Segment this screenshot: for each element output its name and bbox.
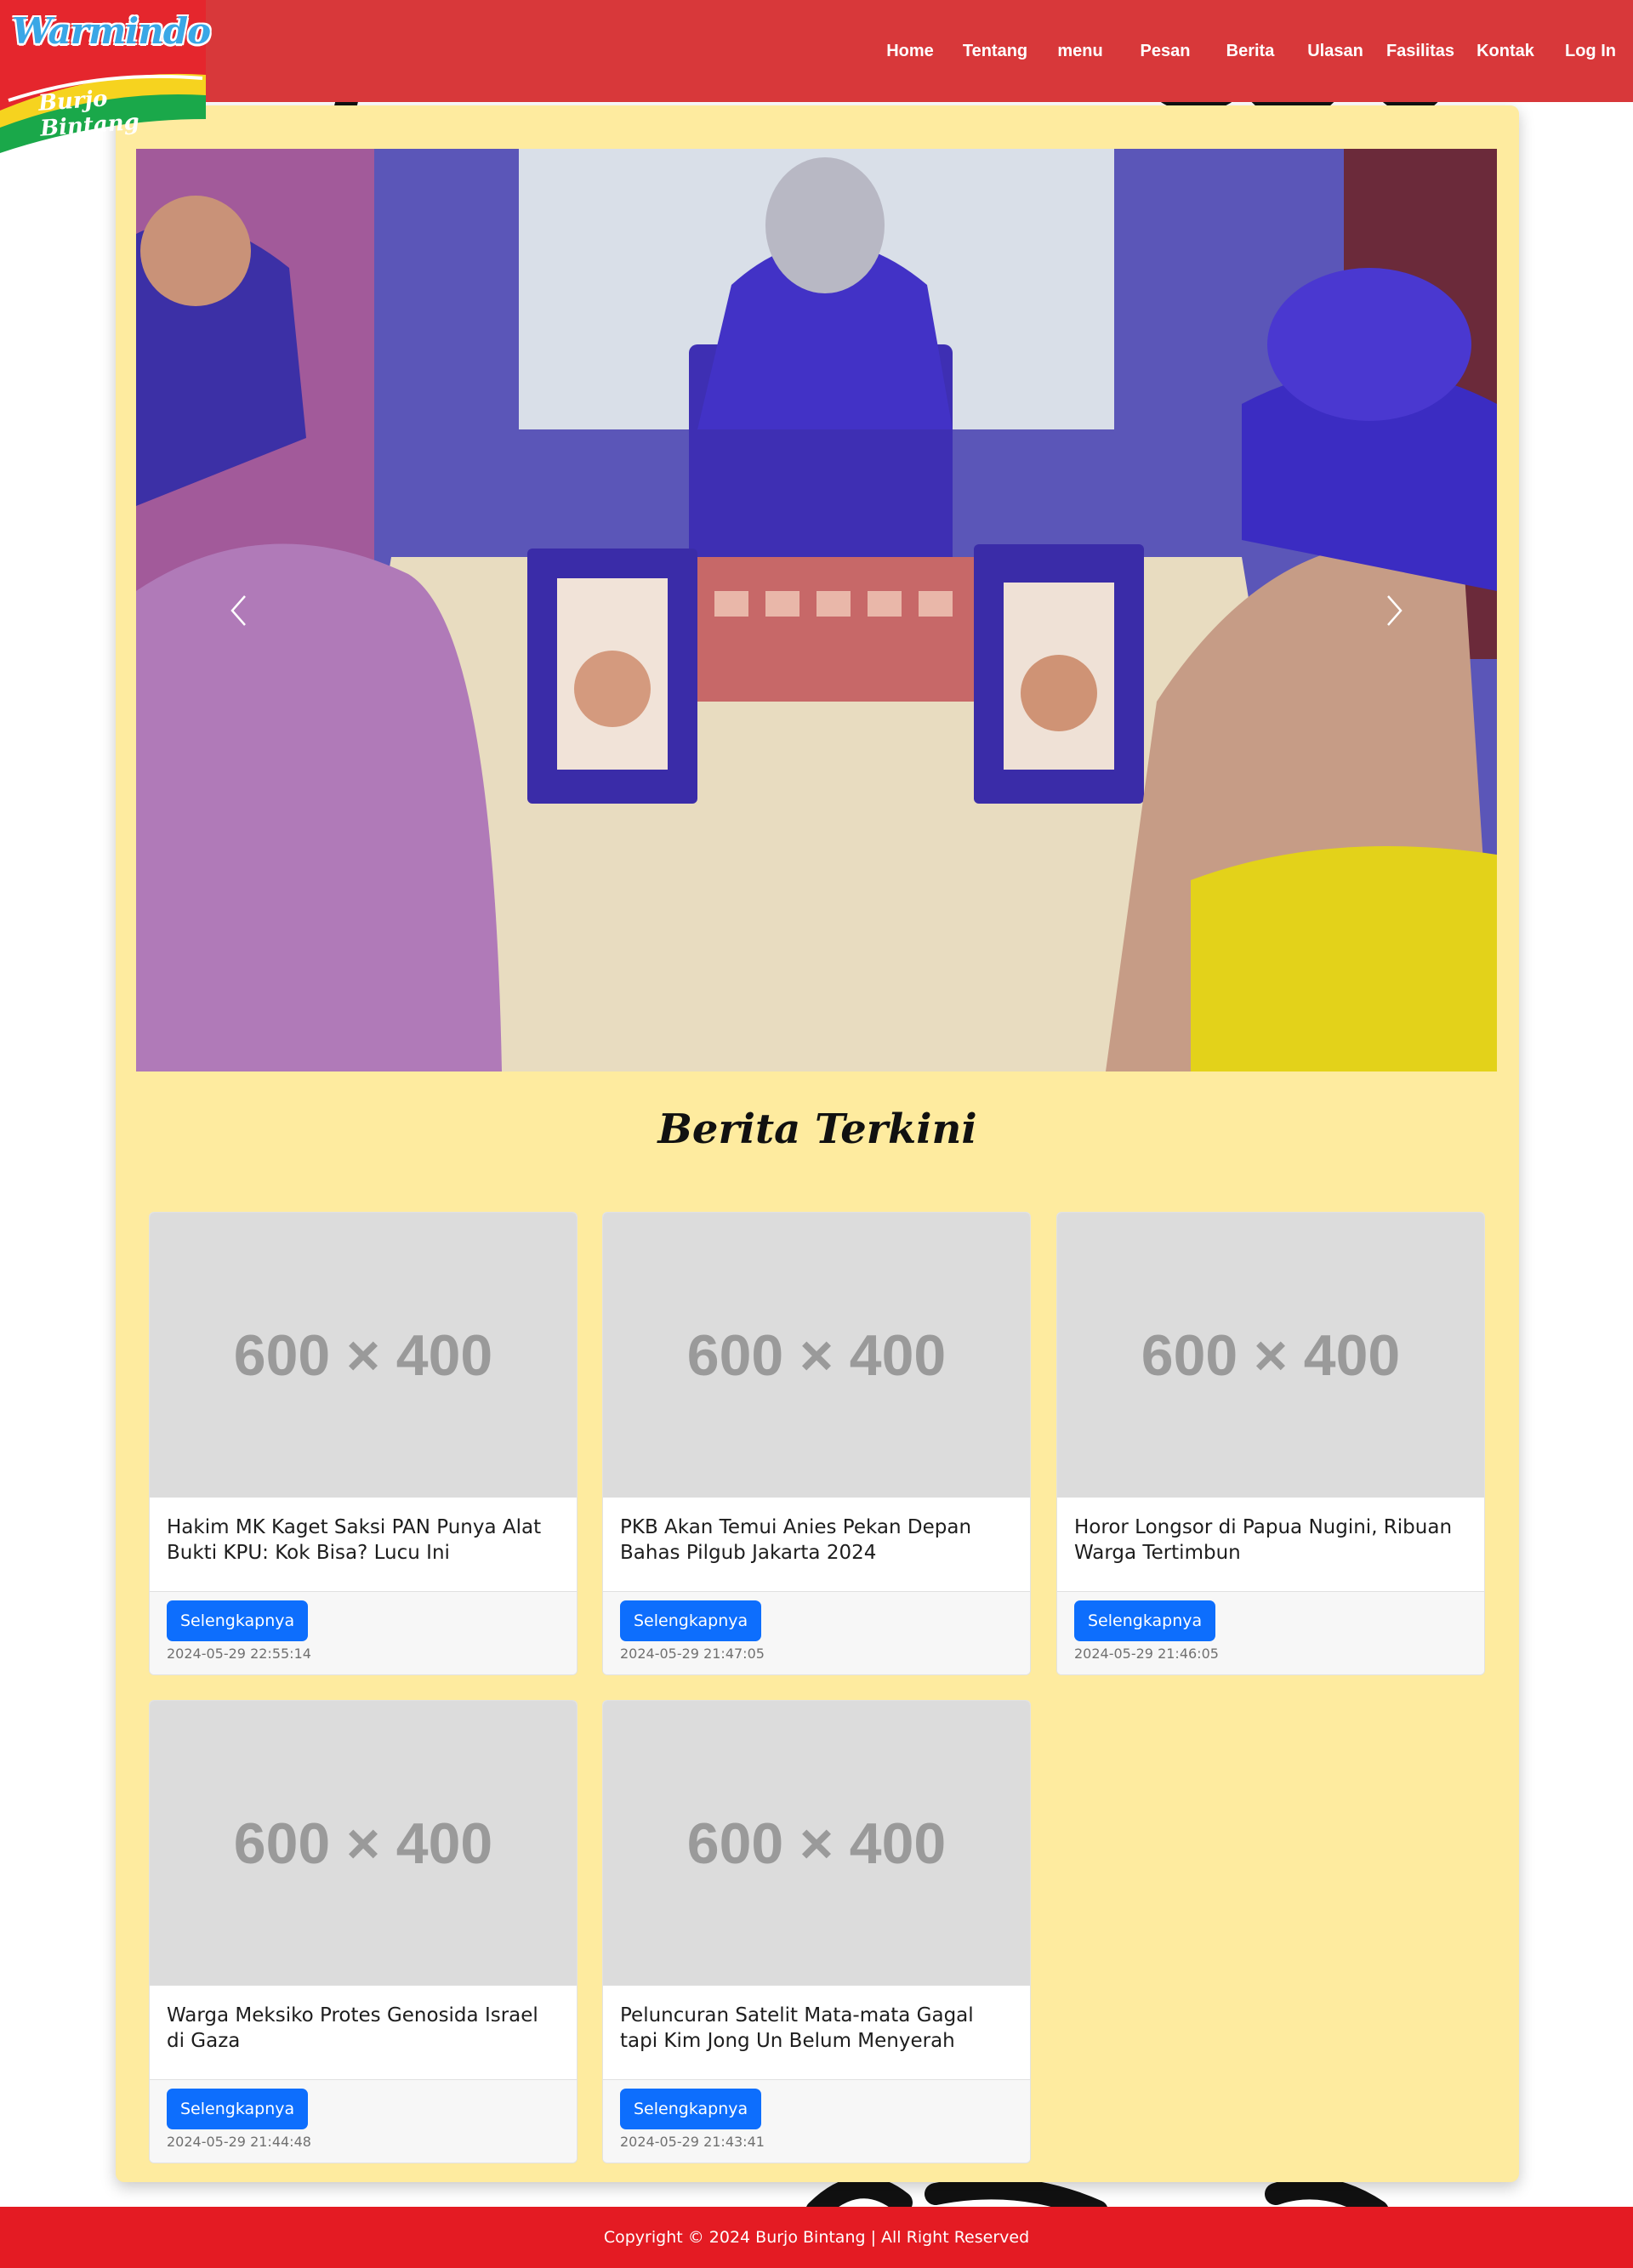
news-card: 600 × 400 Warga Meksiko Protes Genosida … — [149, 1700, 578, 2163]
nav-ulasan[interactable]: Ulasan — [1293, 42, 1378, 61]
hero-carousel — [136, 149, 1497, 1071]
brand-logo[interactable]: Warmindo Burjo Bintang — [0, 0, 211, 153]
nav-login[interactable]: Log In — [1548, 42, 1633, 61]
nav-berita[interactable]: Berita — [1208, 42, 1293, 61]
read-more-button[interactable]: Selengkapnya — [620, 1600, 762, 1641]
chevron-left-icon — [230, 594, 246, 626]
nav-home[interactable]: Home — [868, 42, 953, 61]
news-card: 600 × 400 Peluncuran Satelit Mata-mata G… — [602, 1700, 1031, 2163]
logo-wordmark: Warmindo — [12, 10, 211, 52]
read-more-button[interactable]: Selengkapnya — [620, 2089, 762, 2129]
copyright-text: Copyright © 2024 Burjo Bintang | All Rig… — [603, 2228, 1030, 2247]
news-card-footer: Selengkapnya 2024-05-29 21:46:05 — [1057, 1591, 1484, 1674]
news-thumbnail-placeholder: 600 × 400 — [603, 1701, 1030, 1986]
news-title: Horor Longsor di Papua Nugini, Ribuan Wa… — [1074, 1516, 1453, 1564]
news-title: Peluncuran Satelit Mata-mata Gagal tapi … — [620, 2004, 974, 2052]
carousel-next-button[interactable] — [1293, 149, 1497, 1071]
news-thumbnail-placeholder: 600 × 400 — [603, 1213, 1030, 1498]
news-card: 600 × 400 Hakim MK Kaget Saksi PAN Punya… — [149, 1212, 578, 1675]
news-thumbnail-placeholder: 600 × 400 — [150, 1213, 577, 1498]
read-more-button[interactable]: Selengkapnya — [167, 2089, 309, 2129]
content-card: Berita Terkini 600 × 400 Hakim MK Kaget … — [116, 105, 1519, 2182]
news-card-footer: Selengkapnya 2024-05-29 21:43:41 — [603, 2079, 1030, 2163]
news-thumbnail-placeholder: 600 × 400 — [1057, 1213, 1484, 1498]
nav-fasilitas[interactable]: Fasilitas — [1378, 42, 1463, 61]
carousel-prev-button[interactable] — [136, 149, 340, 1071]
news-date: 2024-05-29 21:44:48 — [167, 2134, 311, 2150]
news-card: 600 × 400 PKB Akan Temui Anies Pekan Dep… — [602, 1212, 1031, 1675]
read-more-button[interactable]: Selengkapnya — [1074, 1600, 1216, 1641]
news-thumbnail-placeholder: 600 × 400 — [150, 1701, 577, 1986]
nav-menu: Home Tentang menu Pesan Berita Ulasan Fa… — [868, 0, 1633, 102]
nav-tentang[interactable]: Tentang — [953, 42, 1038, 61]
chevron-right-icon — [1387, 594, 1403, 626]
nav-pesan[interactable]: Pesan — [1123, 42, 1208, 61]
site-footer: Copyright © 2024 Burjo Bintang | All Rig… — [0, 2207, 1633, 2268]
news-card-footer: Selengkapnya 2024-05-29 22:55:14 — [150, 1591, 577, 1674]
news-date: 2024-05-29 21:43:41 — [620, 2134, 765, 2150]
news-card-footer: Selengkapnya 2024-05-29 21:44:48 — [150, 2079, 577, 2163]
nav-menu-link[interactable]: menu — [1038, 42, 1123, 61]
news-date: 2024-05-29 21:47:05 — [620, 1646, 765, 1662]
read-more-button[interactable]: Selengkapnya — [167, 1600, 309, 1641]
news-date: 2024-05-29 21:46:05 — [1074, 1646, 1219, 1662]
news-title: Hakim MK Kaget Saksi PAN Punya Alat Bukt… — [167, 1516, 542, 1564]
news-title: PKB Akan Temui Anies Pekan Depan Bahas P… — [620, 1516, 972, 1564]
news-section-title: Berita Terkini — [657, 1106, 977, 1153]
news-card-footer: Selengkapnya 2024-05-29 21:47:05 — [603, 1591, 1030, 1674]
news-title: Warga Meksiko Protes Genosida Israel di … — [167, 2004, 538, 2052]
news-card: 600 × 400 Horor Longsor di Papua Nugini,… — [1056, 1212, 1485, 1675]
navbar: Home Tentang menu Pesan Berita Ulasan Fa… — [0, 0, 1633, 102]
nav-kontak[interactable]: Kontak — [1463, 42, 1548, 61]
news-date: 2024-05-29 22:55:14 — [167, 1646, 311, 1662]
